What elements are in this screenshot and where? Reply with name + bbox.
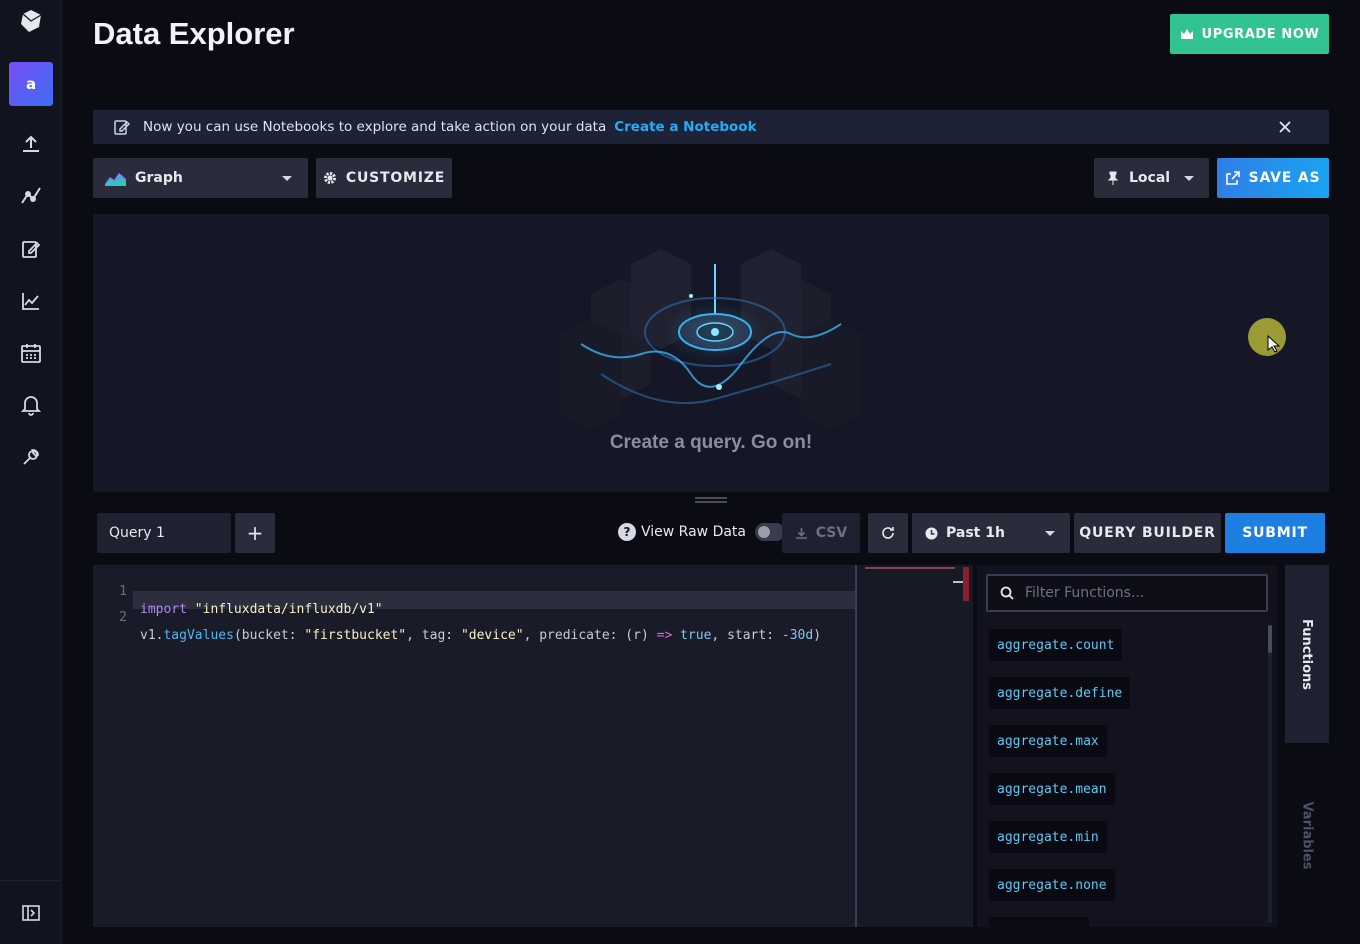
view-raw-data-toggle[interactable]: ? View Raw Data (618, 523, 785, 541)
save-as-button[interactable]: SAVE AS (1217, 158, 1329, 198)
query-builder-button[interactable]: QUERY BUILDER (1074, 513, 1221, 553)
raw-data-switch[interactable] (755, 523, 785, 541)
wrench-icon[interactable] (19, 445, 43, 469)
notebooks-banner: Now you can use Notebooks to explore and… (93, 110, 1329, 144)
create-notebook-link[interactable]: Create a Notebook (614, 119, 756, 135)
banner-text: Now you can use Notebooks to explore and… (143, 119, 607, 135)
expand-sidebar-button[interactable] (0, 880, 62, 944)
csv-download-button[interactable]: CSV (782, 513, 860, 553)
minimap-scroll-indicator[interactable] (963, 567, 969, 601)
pin-icon (1107, 171, 1119, 185)
viz-type-label: Graph (135, 170, 183, 186)
filter-functions-input[interactable]: Filter Functions... (986, 574, 1268, 612)
edit-icon[interactable] (19, 237, 43, 261)
graph-icon (105, 173, 126, 186)
number-literal: -30d (781, 628, 814, 643)
notebook-icon (114, 120, 131, 135)
calendar-icon[interactable] (19, 341, 43, 365)
customize-button[interactable]: CUSTOMIZE (316, 158, 452, 198)
bell-icon[interactable] (19, 393, 43, 417)
code-segment: , predicate: (r) (523, 628, 657, 643)
add-query-button[interactable]: + (235, 513, 275, 553)
function-item[interactable]: aggregate.none (989, 869, 1115, 901)
arrow-operator: => (656, 628, 673, 643)
mouse-cursor-highlight (1248, 318, 1286, 356)
close-icon[interactable] (1277, 119, 1293, 135)
csv-label: CSV (815, 525, 848, 541)
tab-functions[interactable]: Functions (1285, 565, 1329, 743)
minimap-cursor (953, 581, 963, 583)
minimap-line (865, 567, 955, 569)
refresh-icon (882, 527, 894, 539)
refresh-button[interactable] (868, 513, 908, 553)
upgrade-now-button[interactable]: UPGRADE NOW (1170, 14, 1329, 54)
function-name: tagValues (163, 628, 234, 643)
resize-handle[interactable] (695, 497, 727, 503)
influx-logo-icon[interactable] (19, 9, 43, 33)
code-line: 2 v1.tagValues(bucket: "firstbucket", ta… (93, 591, 855, 643)
tab-variables-label: Variables (1299, 800, 1315, 870)
chevron-down-icon (1045, 531, 1055, 536)
page-title: Data Explorer (93, 16, 295, 51)
code-segment: , tag: (406, 628, 461, 643)
crown-icon (1180, 29, 1193, 39)
code-text: v1.tagValues(bucket: "firstbucket", tag:… (140, 627, 821, 645)
time-range-dropdown[interactable]: Past 1h (912, 513, 1070, 553)
help-icon[interactable]: ? (618, 523, 636, 541)
pointer-icon (1267, 335, 1281, 353)
line-number: 2 (119, 610, 127, 625)
chevron-down-icon (282, 176, 292, 181)
tab-query-1[interactable]: Query 1 (97, 513, 231, 553)
function-item[interactable]: aggregate.count (989, 629, 1123, 661)
pulse-icon[interactable] (19, 184, 43, 208)
viz-type-dropdown[interactable]: Graph (93, 158, 308, 198)
function-item[interactable]: aggregate.define (989, 677, 1131, 709)
code-segment: ) (813, 628, 822, 643)
chevron-down-icon (1184, 176, 1194, 181)
functions-panel: Filter Functions... aggregate.count aggr… (977, 565, 1277, 927)
upgrade-label: UPGRADE NOW (1201, 26, 1320, 42)
view-raw-data-label: View Raw Data (641, 524, 746, 540)
clock-icon (925, 527, 938, 539)
gear-icon (323, 172, 336, 184)
functions-scrollbar[interactable] (1268, 625, 1272, 923)
timezone-label: Local (1129, 170, 1171, 186)
timezone-dropdown[interactable]: Local (1094, 158, 1209, 198)
code-line: 1 import "influxdata/influxdb/v1" (93, 565, 855, 617)
code-segment: v1. (140, 628, 164, 643)
search-icon (1000, 586, 1014, 600)
tab-functions-label: Functions (1299, 618, 1315, 690)
function-item-partial[interactable] (989, 917, 1089, 927)
function-item[interactable]: aggregate.max (989, 725, 1107, 757)
customize-label: CUSTOMIZE (345, 170, 446, 186)
org-avatar[interactable]: a (9, 62, 53, 106)
save-as-label: SAVE AS (1248, 170, 1321, 186)
side-tabs: Functions Variables (1285, 565, 1329, 927)
sidebar-nav: a (0, 0, 62, 944)
filter-placeholder: Filter Functions... (1025, 585, 1145, 601)
code-segment: , start: (711, 628, 782, 643)
tab-variables[interactable]: Variables (1285, 743, 1329, 927)
boolean-literal: true (680, 628, 712, 643)
string-literal: "firstbucket" (304, 628, 407, 643)
code-segment: (bucket: (233, 628, 305, 643)
expand-icon (22, 904, 40, 921)
string-literal: "device" (460, 628, 524, 643)
submit-button[interactable]: SUBMIT (1225, 513, 1325, 553)
chart-icon[interactable] (19, 289, 43, 313)
editor-minimap[interactable] (855, 565, 973, 927)
time-range-label: Past 1h (946, 525, 1005, 541)
upload-icon[interactable] (19, 132, 43, 156)
function-item[interactable]: aggregate.mean (989, 773, 1115, 805)
empty-state-message: Create a query. Go on! (609, 432, 813, 453)
download-icon (795, 527, 807, 539)
visualization-panel: Create a query. Go on! (93, 214, 1329, 492)
function-item[interactable]: aggregate.min (989, 821, 1107, 853)
code-editor[interactable]: 1 import "influxdata/influxdb/v1" 2 v1.t… (93, 565, 973, 927)
export-icon (1225, 171, 1240, 185)
